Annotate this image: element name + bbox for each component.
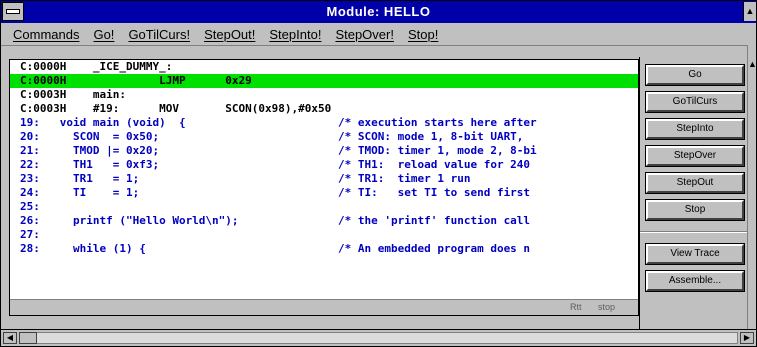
status-field-1: Rtt [570,302,582,312]
code-line[interactable]: 25: [10,200,638,214]
code-text: 25: [20,200,40,213]
maximize-button[interactable]: ▲ [743,2,756,21]
code-text: 20: SCON = 0x50; [20,130,160,143]
code-text: C:0003H #19: MOV SCON(0x98),#0x50 [20,102,332,115]
code-text: 19: void main (void) { [20,116,186,129]
menu-go[interactable]: Go! [93,27,114,42]
scroll-left-arrow-icon[interactable]: ◀ [3,332,17,344]
code-comment: /* the 'printf' function call [338,214,531,227]
stepinto-button[interactable]: StepInto [645,118,745,140]
code-line[interactable]: C:0000H _ICE_DUMMY_: [10,60,638,74]
code-text: 23: TR1 = 1; [20,172,140,185]
scroll-track[interactable] [19,332,738,344]
code-comment: /* TH1: reload value for 240 [338,158,531,171]
stepout-button[interactable]: StepOut [645,172,745,194]
menu-commands[interactable]: Commands [13,27,79,42]
code-text: C:0000H _ICE_DUMMY_: [20,60,173,73]
code-comment: /* An embedded program does n [338,242,531,255]
code-view[interactable]: C:0000H _ICE_DUMMY_: C:0000H LJMP 0x29 C… [9,59,639,316]
menu-stop[interactable]: Stop! [408,27,438,42]
code-line-current[interactable]: C:0000H LJMP 0x29 [10,74,638,88]
code-text: 28: while (1) { [20,242,146,255]
code-comment: /* SCON: mode 1, 8-bit UART, [338,130,531,143]
code-line[interactable]: C:0003H #19: MOV SCON(0x98),#0x50 [10,102,638,116]
stop-button[interactable]: Stop [645,199,745,221]
go-button[interactable]: Go [645,64,745,86]
assemble-button[interactable]: Assemble... [645,270,745,292]
code-line[interactable]: 28: while (1) { /* An embedded program do… [10,242,638,256]
code-line[interactable]: 24: TI = 1; /* TI: set TI to send first [10,186,638,200]
code-line[interactable]: 23: TR1 = 1; /* TR1: timer 1 run [10,172,638,186]
menu-stepout[interactable]: StepOut! [204,27,255,42]
code-line[interactable]: 21: TMOD |= 0x20; /* TMOD: timer 1, mode … [10,144,638,158]
stepover-button[interactable]: StepOver [645,145,745,167]
code-line[interactable]: 19: void main (void) { /* execution start… [10,116,638,130]
code-line[interactable]: C:0003H main: [10,88,638,102]
code-line[interactable]: 27: [10,228,638,242]
menu-stepinto[interactable]: StepInto! [269,27,321,42]
vertical-scrollbar[interactable]: ▲ [747,45,757,333]
view-trace-button[interactable]: View Trace [645,243,745,265]
debugger-window: Module: HELLO ▲ Commands Go! GoTilCurs! … [0,0,757,347]
code-text: 21: TMOD |= 0x20; [20,144,160,157]
panel-divider [640,231,756,233]
title-bar[interactable]: Module: HELLO ▲ [1,1,756,23]
code-text: C:0000H LJMP 0x29 [20,74,252,87]
code-comment: /* TI: set TI to send first [338,186,531,199]
code-comment: /* execution starts here after [338,116,537,129]
menu-bar: Commands Go! GoTilCurs! StepOut! StepInt… [1,23,756,46]
code-comment: /* TR1: timer 1 run [338,172,471,185]
code-comment: /* TMOD: timer 1, mode 2, 8-bi [338,144,537,157]
status-field-2: stop [598,302,616,312]
menu-stepover[interactable]: StepOver! [335,27,394,42]
code-line[interactable]: 26: printf ("Hello World\n"); /* the 'pri… [10,214,638,228]
code-text: 22: TH1 = 0xf3; [20,158,160,171]
window-title: Module: HELLO [326,4,431,19]
code-line[interactable]: 20: SCON = 0x50; /* SCON: mode 1, 8-bit U… [10,130,638,144]
horizontal-scrollbar[interactable]: ◀ ▶ [1,329,756,346]
scroll-right-arrow-icon[interactable]: ▶ [740,332,754,344]
scroll-up-arrow-icon[interactable]: ▲ [748,59,757,69]
code-text: 24: TI = 1; [20,186,140,199]
scroll-thumb[interactable] [19,332,37,344]
code-text: 26: printf ("Hello World\n"); [20,214,239,227]
menu-gotilcurs[interactable]: GoTilCurs! [128,27,190,42]
command-button-panel: Go GoTilCurs StepInto StepOver StepOut S… [639,57,756,329]
code-text: 27: [20,228,40,241]
status-bar: Rtt stop [10,299,638,315]
code-text: C:0003H main: [20,88,126,101]
code-line[interactable]: 22: TH1 = 0xf3; /* TH1: reload value for … [10,158,638,172]
gotilcurs-button[interactable]: GoTilCurs [645,91,745,113]
